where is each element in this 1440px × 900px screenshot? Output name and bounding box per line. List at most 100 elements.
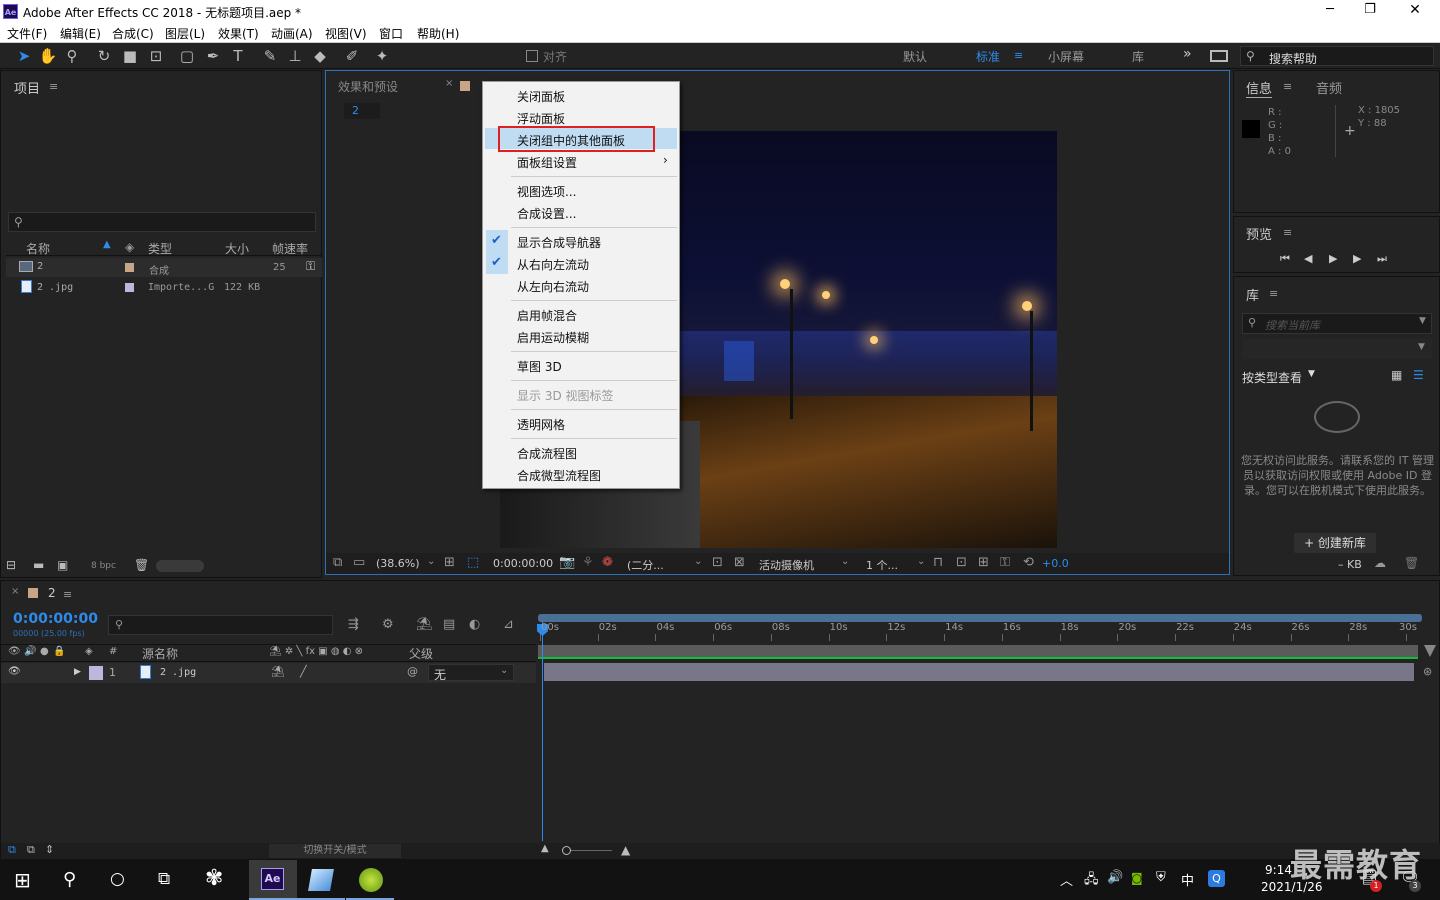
current-time-indicator[interactable] [542,621,543,841]
channels-icon[interactable]: ❁ [602,555,613,570]
pan-behind-tool-icon[interactable]: ⊡ [146,46,166,66]
thumbnail-slider[interactable] [156,560,204,572]
chevron-down-icon[interactable]: ⌄ [694,556,702,567]
chevron-down-icon[interactable]: ⌄ [917,556,925,567]
hand-tool-icon[interactable]: ✋ [38,46,58,66]
col-source-name[interactable]: 源名称 [142,645,178,662]
tab-close-icon[interactable]: × [445,78,453,89]
camera-dropdown[interactable]: 活动摄像机 [759,557,814,573]
taskbar-after-effects[interactable]: Ae [249,860,297,900]
trash-icon[interactable]: 🗑 [1404,556,1419,570]
col-name[interactable]: 名称 [26,240,50,257]
library-search-input[interactable]: ⚲ 搜索当前库 ▼ [1242,313,1432,334]
chevron-down-icon[interactable]: ▼ [1419,316,1426,326]
tab-info[interactable]: 信息 [1246,78,1273,98]
menu-composition[interactable]: 合成(C) [112,25,154,42]
chevron-down-icon[interactable]: ⌄ [427,556,435,567]
timeline-icon[interactable]: ⊞ [978,555,989,570]
mask-visibility-icon[interactable]: ⬚ [467,555,479,570]
info-menu-icon[interactable]: ≡ [1283,80,1292,93]
clone-stamp-tool-icon[interactable]: ⊥ [285,46,305,66]
shy-switch-icon[interactable]: ⛱ [271,665,285,678]
lock-icon[interactable]: 🔒 [53,646,65,657]
volume-icon[interactable]: 🔊 [1107,870,1123,885]
search-icon[interactable]: ⚲ [63,869,76,890]
monitor-icon[interactable]: ▭ [353,555,365,570]
menu-view-options[interactable]: 视图选项... [517,183,576,200]
comp-breadcrumb[interactable]: 2 [344,103,380,119]
menu-window[interactable]: 窗口 [379,25,403,42]
menu-help[interactable]: 帮助(H) [417,25,459,42]
video-eye-icon[interactable]: 👁 [8,646,21,657]
eraser-tool-icon[interactable]: ◆ [310,46,330,66]
motion-blur-icon[interactable]: ◐ [469,617,480,632]
menu-effect[interactable]: 效果(T) [218,25,259,42]
parent-dropdown[interactable]: 无 ⌄ [428,664,514,682]
project-row-footage[interactable]: 2 .jpg Importe...G 122 KB [6,278,322,297]
timeline-tab[interactable]: 2 [48,586,56,600]
menu-comp-flowchart[interactable]: 合成流程图 [517,445,577,462]
menu-motion-blur[interactable]: 启用运动模糊 [517,329,589,346]
app-fan-icon[interactable]: ✾ [205,866,223,891]
library-menu-icon[interactable]: ≡ [1269,287,1278,300]
security-shield-icon[interactable]: ⛨ [1156,870,1166,885]
close-button[interactable]: ✕ [1395,2,1435,18]
label-color-swatch[interactable] [125,283,134,292]
view-by-type-dropdown[interactable]: 按类型查看 [1242,369,1302,386]
toggle-switches-modes-button[interactable]: 切换开关/模式 [269,844,401,858]
chevron-up-icon[interactable]: ︿ [1060,870,1073,889]
taskbar-app-2[interactable] [297,860,345,900]
label-color-swatch[interactable] [125,263,134,272]
zoom-dropdown[interactable]: (38.6%) [376,557,420,570]
project-row-comp[interactable]: 2 合成 25 ⚿ [6,258,322,277]
project-menu-icon[interactable]: ≡ [49,80,58,93]
menu-comp-mini-flowchart[interactable]: 合成微型流程图 [517,467,601,484]
selection-tool-icon[interactable]: ➤ [14,46,34,66]
taskbar-app-3[interactable] [346,860,394,900]
menu-edit[interactable]: 编辑(E) [60,25,101,42]
layer-name[interactable]: 2 .jpg [160,667,196,678]
show-snapshot-icon[interactable]: ⚘ [582,555,594,570]
menu-flow-left-to-right[interactable]: 从左向右流动 [517,278,589,295]
comp-button-icon[interactable]: ⊛ [1423,665,1432,678]
new-composition-icon[interactable]: ▣ [57,558,68,572]
menu-layer[interactable]: 图层(L) [165,25,205,42]
views-dropdown[interactable]: 1 个... [866,557,898,573]
workspace-more-button[interactable]: » [1183,46,1192,62]
safe-margins-icon[interactable]: ⊞ [444,555,455,570]
puppet-pin-tool-icon[interactable]: ✦ [372,46,392,66]
play-icon[interactable]: ▶ [1329,252,1337,265]
region-of-interest-icon[interactable]: ⊡ [712,555,723,570]
graph-editor-icon[interactable]: ⊿ [503,617,514,632]
timeline-search-input[interactable]: ⚲ [108,615,333,635]
toggle-pixel-aspect-icon[interactable]: ⊓ [933,555,943,570]
brush-tool-icon[interactable]: ✎ [260,46,280,66]
first-frame-icon[interactable]: ⏮ [1280,252,1290,266]
menu-flow-right-to-left[interactable]: 从右向左流动 [517,256,589,273]
timeline-timecode[interactable]: 0:00:00:00 [13,611,98,627]
rotate-tool-icon[interactable]: ↻ [94,46,114,66]
layer-switches-icon[interactable]: ⧉ [8,843,16,857]
cortana-icon[interactable]: ○ [110,869,125,889]
qq-icon[interactable]: Q [1208,870,1225,887]
tab-close-icon[interactable]: × [11,586,19,597]
cloud-sync-icon[interactable]: ☁ [1374,556,1386,570]
chevron-down-icon[interactable]: ▼ [1308,369,1315,379]
task-view-icon[interactable]: ⧉ [158,869,170,889]
transfer-controls-icon[interactable]: ⧉ [27,843,35,857]
maximize-button[interactable]: ❐ [1350,2,1390,17]
menu-frame-blending[interactable]: 启用帧混合 [517,307,577,324]
list-view-icon[interactable]: ☰ [1413,368,1424,382]
pen-tool-icon[interactable]: ✒ [203,46,223,66]
tab-effects-presets[interactable]: 效果和预设 [338,78,398,95]
composition-bar[interactable] [538,645,1418,659]
previous-frame-icon[interactable]: ◀ [1304,252,1312,265]
grid-view-icon[interactable]: ▦ [1391,368,1402,382]
trash-icon[interactable]: 🗑 [134,558,149,572]
nvidia-icon[interactable]: ◙ [1131,871,1143,885]
project-search-input[interactable]: ⚲ [8,212,316,232]
frame-blending-icon[interactable]: ▤ [443,617,455,632]
ime-indicator[interactable]: 中 [1181,870,1194,889]
exposure-value[interactable]: +0.0 [1042,557,1069,570]
menu-file[interactable]: 文件(F) [7,25,47,42]
